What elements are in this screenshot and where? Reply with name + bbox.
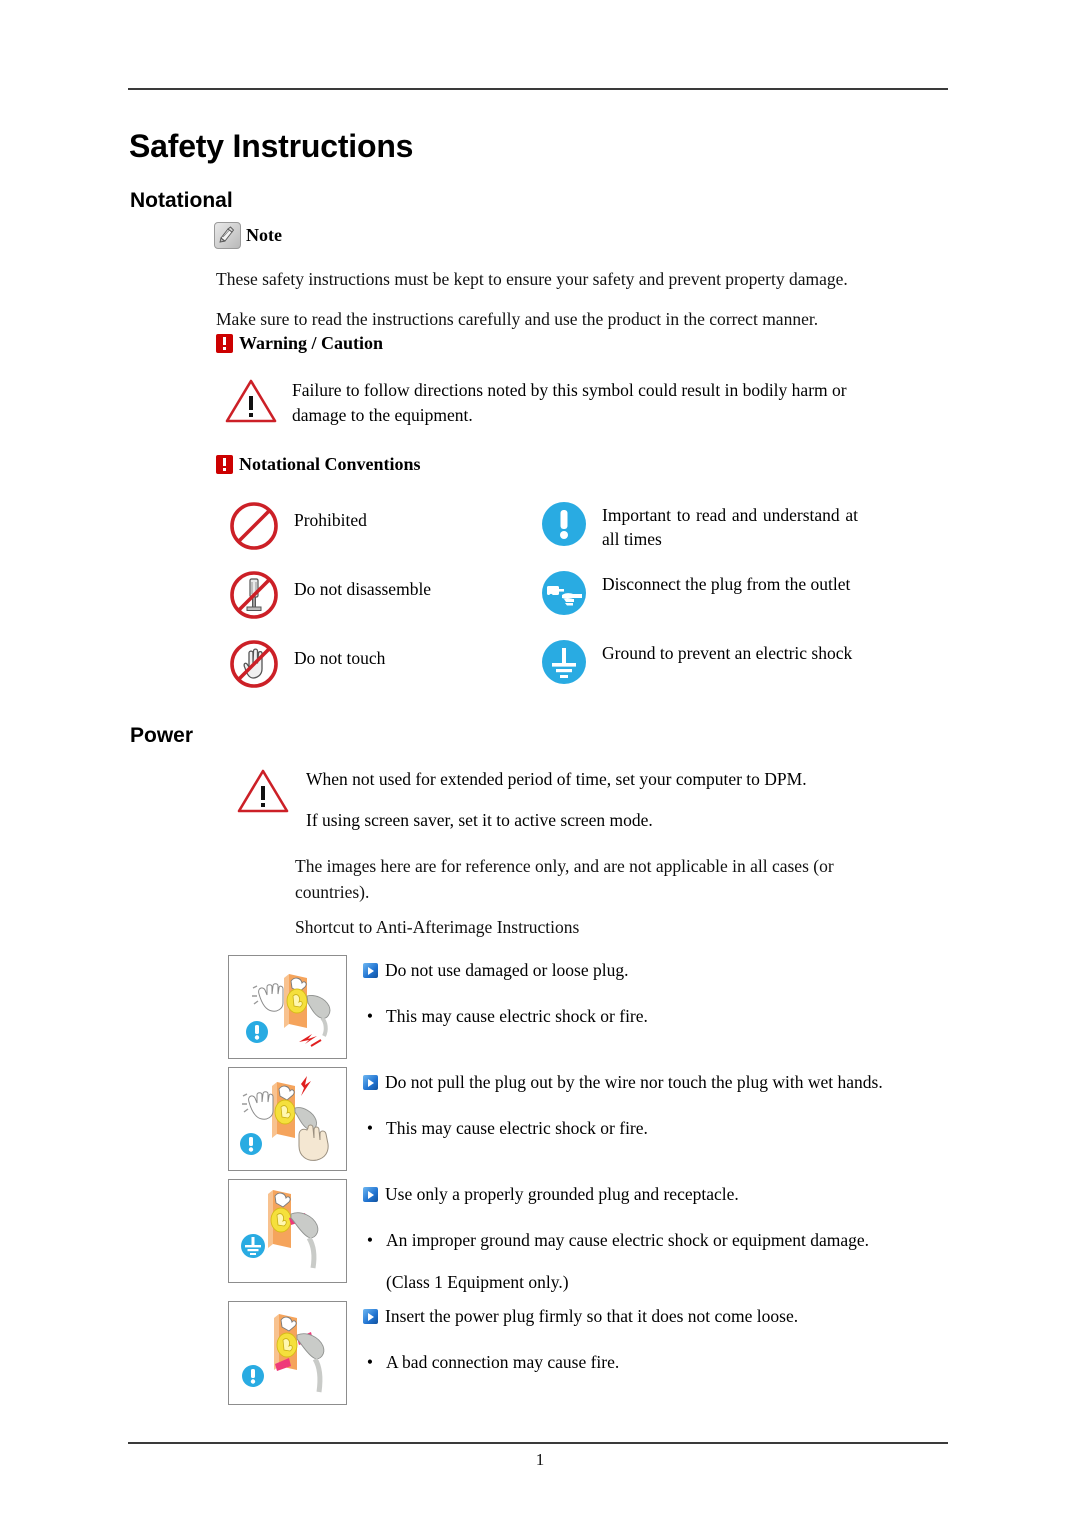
ground-icon [540, 638, 588, 686]
list-item-heading-row: Do not pull the plug out by the wire nor… [363, 1071, 928, 1093]
list-item-text: Use only a properly grounded plug and re… [363, 1179, 928, 1293]
intro-paragraph-1: These safety instructions must be kept t… [216, 269, 848, 289]
warning-triangle-icon [236, 768, 290, 814]
important-exclamation-icon [540, 500, 588, 548]
power-instruction-list: Do not use damaged or loose plug. • This… [228, 955, 928, 1413]
bullet-dot: • [366, 1118, 374, 1138]
notational-conventions-label: Notational Conventions [239, 454, 421, 474]
bullet-dot: • [366, 1352, 374, 1372]
red-exclamation-icon [216, 455, 233, 474]
list-item-bullet-text: This may cause electric shock or fire. [386, 1006, 648, 1026]
blue-triangle-marker-icon [363, 1075, 378, 1090]
document-page: Safety Instructions Notational Note Thes… [0, 0, 1080, 1527]
page-title: Safety Instructions [129, 128, 414, 164]
power-note-images: The images here are for reference only, … [295, 856, 834, 902]
list-item-bullet-text: An improper ground may cause electric sh… [386, 1230, 870, 1250]
do-not-touch-icon [228, 638, 280, 690]
conventions-label: Do not disassemble [294, 579, 432, 599]
section-heading-power: Power [130, 724, 194, 747]
conventions-cell: Disconnect the plug from the outlet [540, 569, 870, 617]
list-item-heading-row: Insert the power plug firmly so that it … [363, 1305, 928, 1327]
notational-conventions-heading-row: Notational Conventions [216, 454, 421, 475]
warning-caution-label: Warning / Caution [239, 333, 384, 353]
insert-plug-firmly-illustration [228, 1301, 347, 1405]
page-number: 1 [535, 1450, 545, 1469]
list-item-text: Do not pull the plug out by the wire nor… [363, 1067, 928, 1139]
wet-hands-plug-illustration [228, 1067, 347, 1171]
conventions-row: Prohibited Important to read and underst… [228, 500, 928, 552]
conventions-label: Ground to prevent an electric shock [602, 643, 853, 663]
conventions-label: Disconnect the plug from the outlet [602, 574, 851, 594]
conventions-cell: Important to read and understand at all … [540, 500, 870, 551]
blue-triangle-marker-icon [363, 1187, 378, 1202]
warning-caution-heading-row: Warning / Caution [216, 333, 383, 354]
list-item-heading-row: Do not use damaged or loose plug. [363, 959, 928, 981]
header-rule [128, 88, 948, 90]
bullet-dot: • [366, 1006, 374, 1026]
warning-caution-text: Failure to follow directions noted by th… [292, 380, 847, 425]
note-pen-icon [214, 222, 241, 249]
note-label: Note [246, 225, 282, 245]
list-item-bullet-row: • This may cause electric shock or fire. [363, 1005, 928, 1027]
red-exclamation-icon [216, 334, 233, 353]
blue-triangle-marker-icon [363, 1309, 378, 1324]
disconnect-plug-icon [540, 569, 588, 617]
list-item-extra-text: (Class 1 Equipment only.) [386, 1272, 569, 1292]
power-warning-lines: When not used for extended period of tim… [306, 768, 926, 832]
grounded-plug-illustration [228, 1179, 347, 1283]
power-warning-block: When not used for extended period of tim… [236, 768, 936, 832]
list-item: Use only a properly grounded plug and re… [228, 1179, 928, 1293]
list-item-bullet-text: A bad connection may cause fire. [386, 1352, 620, 1372]
list-item-bullet-text: This may cause electric shock or fire. [386, 1118, 648, 1138]
list-item-bullet-row: • A bad connection may cause fire. [363, 1351, 928, 1373]
note-row: Note [214, 222, 282, 249]
list-item-heading: Do not pull the plug out by the wire nor… [385, 1072, 883, 1092]
conventions-cell: Ground to prevent an electric shock [540, 638, 870, 686]
conventions-cell: Do not touch [228, 638, 540, 690]
list-item-bullet-row: • This may cause electric shock or fire. [363, 1117, 928, 1139]
list-item-heading: Use only a properly grounded plug and re… [385, 1184, 739, 1204]
list-item-heading: Insert the power plug firmly so that it … [385, 1306, 799, 1326]
intro-paragraph-2: Make sure to read the instructions caref… [216, 309, 819, 329]
list-item-text: Do not use damaged or loose plug. • This… [363, 955, 928, 1027]
list-item: Do not pull the plug out by the wire nor… [228, 1067, 928, 1171]
conventions-row: Do not disassemble Disconnect the plug f… [228, 569, 928, 621]
conventions-row: Do not touch Ground to prevent an electr… [228, 638, 928, 690]
list-item-bullet-row: • An improper ground may cause electric … [363, 1229, 928, 1251]
power-warning-line-1: When not used for extended period of tim… [306, 769, 807, 789]
warning-triangle-icon [224, 378, 278, 424]
bullet-dot: • [366, 1230, 374, 1250]
section-heading-notational: Notational [130, 189, 233, 212]
conventions-cell: Do not disassemble [228, 569, 540, 621]
power-note-shortcut: Shortcut to Anti-Afterimage Instructions [295, 917, 580, 937]
list-item-heading-row: Use only a properly grounded plug and re… [363, 1183, 928, 1205]
damaged-loose-plug-illustration [228, 955, 347, 1059]
conventions-label: Important to read and understand at all … [602, 505, 858, 549]
conventions-cell: Prohibited [228, 500, 540, 552]
warning-caution-block: Failure to follow directions noted by th… [224, 378, 924, 428]
notational-conventions-table: Prohibited Important to read and underst… [228, 500, 928, 707]
footer-rule [128, 1442, 948, 1444]
prohibited-icon [228, 500, 280, 552]
conventions-label: Prohibited [294, 510, 367, 530]
list-item-text: Insert the power plug firmly so that it … [363, 1301, 928, 1373]
list-item-heading: Do not use damaged or loose plug. [385, 960, 629, 980]
list-item: Insert the power plug firmly so that it … [228, 1301, 928, 1405]
blue-triangle-marker-icon [363, 963, 378, 978]
list-item: Do not use damaged or loose plug. • This… [228, 955, 928, 1059]
do-not-disassemble-icon [228, 569, 280, 621]
conventions-label: Do not touch [294, 648, 386, 668]
power-warning-line-2: If using screen saver, set it to active … [306, 810, 653, 830]
